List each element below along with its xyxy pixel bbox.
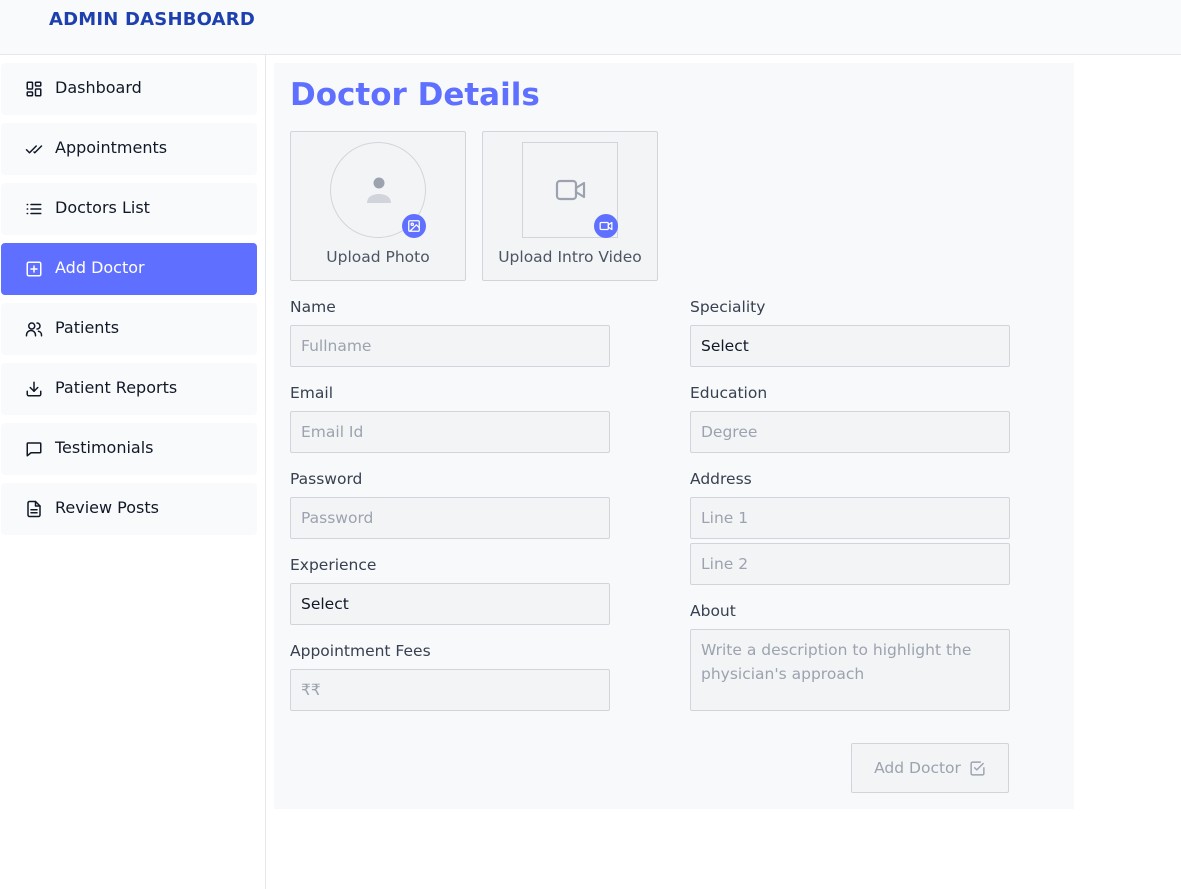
double-check-icon	[25, 140, 43, 158]
address-line2-input[interactable]	[690, 543, 1010, 585]
upload-photo-label: Upload Photo	[326, 248, 430, 266]
chat-icon	[25, 440, 43, 458]
page-title: Doctor Details	[290, 77, 540, 113]
list-icon	[25, 200, 43, 218]
sidebar-item-patients[interactable]: Patients	[1, 303, 257, 355]
dashboard-icon	[25, 80, 43, 98]
sidebar-item-label: Review Posts	[55, 498, 159, 517]
sidebar-item-label: Doctors List	[55, 198, 150, 217]
speciality-label: Speciality	[690, 298, 766, 316]
download-icon	[25, 380, 43, 398]
add-doctor-button[interactable]: Add Doctor	[851, 743, 1009, 793]
check-square-icon	[970, 760, 985, 776]
name-input[interactable]	[290, 325, 610, 367]
video-badge-icon[interactable]	[594, 214, 618, 238]
upload-video-label: Upload Intro Video	[498, 248, 642, 266]
speciality-select[interactable]: Select	[690, 325, 1010, 367]
sidebar-item-patient-reports[interactable]: Patient Reports	[1, 363, 257, 415]
sidebar: Dashboard Appointments Doctors List Add …	[0, 55, 266, 889]
address-line1-input[interactable]	[690, 497, 1010, 539]
password-label: Password	[290, 470, 363, 488]
sidebar-item-label: Patient Reports	[55, 378, 178, 397]
document-icon	[25, 500, 43, 518]
video-camera-icon	[555, 179, 586, 201]
users-icon	[25, 320, 43, 338]
sidebar-item-label: Testimonials	[55, 438, 154, 457]
sidebar-item-label: Appointments	[55, 138, 168, 157]
plus-square-icon	[25, 260, 43, 278]
experience-label: Experience	[290, 556, 377, 574]
sidebar-item-label: Add Doctor	[55, 258, 145, 277]
sidebar-item-testimonials[interactable]: Testimonials	[1, 423, 257, 475]
app-title: ADMIN DASHBOARD	[49, 9, 255, 30]
sidebar-item-label: Patients	[55, 318, 120, 337]
sidebar-item-label: Dashboard	[55, 78, 142, 97]
name-label: Name	[290, 298, 336, 316]
password-input[interactable]	[290, 497, 610, 539]
upload-video-box[interactable]: Upload Intro Video	[482, 131, 658, 281]
fees-label: Appointment Fees	[290, 642, 431, 660]
upload-photo-box[interactable]: Upload Photo	[290, 131, 466, 281]
education-input[interactable]	[690, 411, 1010, 453]
about-textarea[interactable]	[690, 629, 1010, 711]
image-icon[interactable]	[402, 214, 426, 238]
top-bar: ADMIN DASHBOARD	[0, 0, 1181, 55]
education-label: Education	[690, 384, 768, 402]
about-label: About	[690, 602, 736, 620]
user-avatar-icon	[367, 177, 391, 203]
sidebar-item-doctors-list[interactable]: Doctors List	[1, 183, 257, 235]
sidebar-item-review-posts[interactable]: Review Posts	[1, 483, 257, 535]
sidebar-item-dashboard[interactable]: Dashboard	[1, 63, 257, 115]
experience-select[interactable]: Select	[290, 583, 610, 625]
fees-input[interactable]	[290, 669, 610, 711]
sidebar-item-add-doctor[interactable]: Add Doctor	[1, 243, 257, 295]
email-label: Email	[290, 384, 334, 402]
sidebar-item-appointments[interactable]: Appointments	[1, 123, 257, 175]
address-label: Address	[690, 470, 752, 488]
add-doctor-button-label: Add Doctor	[874, 759, 961, 777]
email-input[interactable]	[290, 411, 610, 453]
